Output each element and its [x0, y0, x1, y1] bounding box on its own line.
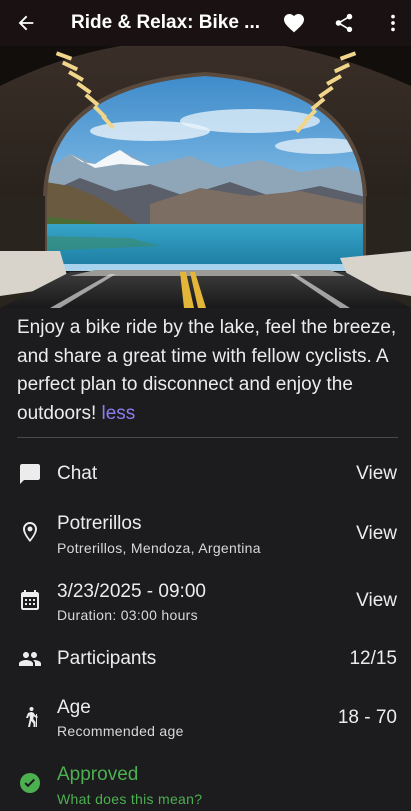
event-description: Enjoy a bike ride by the lake, feel the …: [17, 314, 399, 428]
hiker-icon: [26, 707, 38, 727]
share-icon: [335, 13, 353, 33]
location-address: Potrerillos, Mendoza, Argentina: [57, 540, 261, 556]
chat-label: Chat: [57, 463, 98, 484]
description-text: Enjoy a bike ride by the lake, feel the …: [17, 317, 397, 424]
arrow-back-icon: [18, 15, 34, 31]
location-pin-icon: [23, 522, 37, 542]
heart-icon: [284, 14, 304, 33]
date-row[interactable]: 3/23/2025 - 09:00 Duration: 03:00 hours …: [0, 578, 411, 628]
favorite-button[interactable]: [280, 9, 308, 37]
age-row: Age Recommended age 18 - 70: [0, 694, 411, 744]
show-less-link[interactable]: less: [102, 403, 136, 424]
participants-count: 12/15: [349, 648, 397, 669]
calendar-icon: [21, 590, 39, 610]
event-cover-image: [0, 46, 411, 308]
age-title: Age: [57, 697, 91, 718]
more-vertical-icon: [391, 14, 395, 32]
location-title: Potrerillos: [57, 513, 142, 534]
app-bar: Ride & Relax: Bike ...: [0, 0, 411, 46]
date-view-button[interactable]: View: [356, 590, 397, 612]
age-subtitle: Recommended age: [57, 723, 184, 739]
divider: [17, 437, 398, 438]
more-options-button[interactable]: [379, 9, 407, 37]
duration: Duration: 03:00 hours: [57, 607, 198, 623]
chat-icon: [20, 464, 40, 484]
status-help-link[interactable]: What does this mean?: [57, 791, 202, 807]
age-range: 18 - 70: [337, 707, 397, 728]
people-icon: [19, 652, 41, 666]
status-row: Approved What does this mean?: [0, 761, 411, 811]
participants-label: Participants: [57, 648, 157, 669]
participants-row: Participants 12/15: [0, 640, 411, 680]
share-button[interactable]: [330, 9, 358, 37]
page-title: Ride & Relax: Bike ...: [71, 12, 261, 33]
location-row[interactable]: Potrerillos Potrerillos, Mendoza, Argent…: [0, 510, 411, 560]
chat-view-button[interactable]: View: [356, 463, 397, 485]
status-approved: Approved: [57, 764, 139, 785]
date-time: 3/23/2025 - 09:00: [57, 581, 206, 602]
back-button[interactable]: [12, 9, 40, 37]
chat-row[interactable]: Chat View: [0, 455, 411, 495]
check-circle-icon: [20, 773, 40, 793]
location-view-button[interactable]: View: [356, 523, 397, 545]
